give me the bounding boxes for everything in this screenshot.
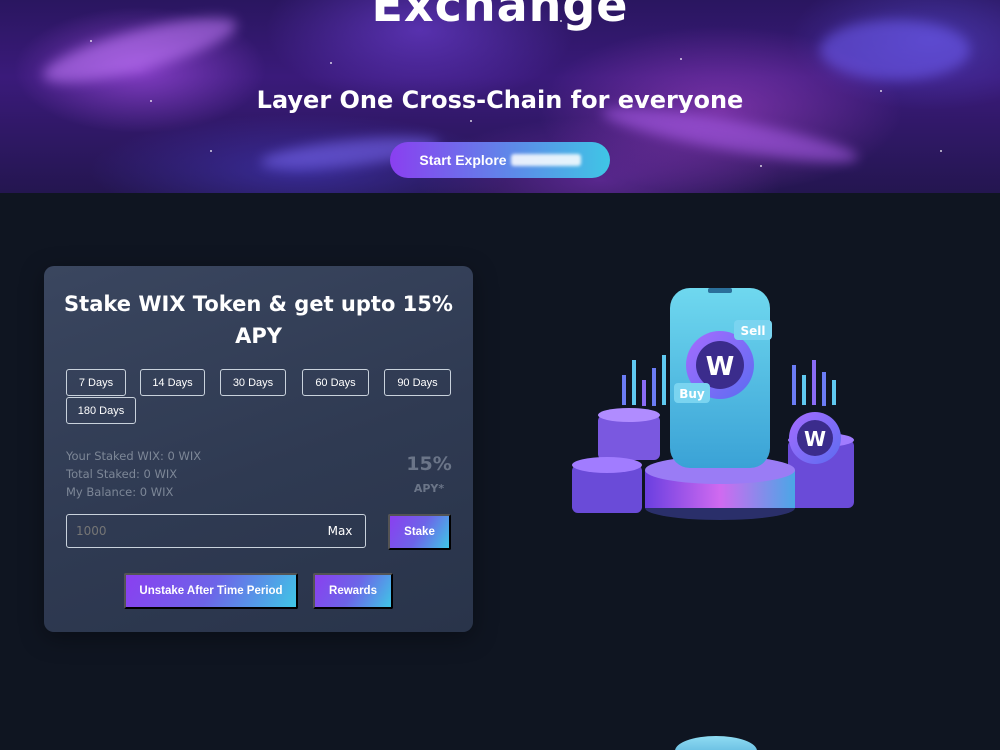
sell-tag-label: Sell <box>740 324 765 338</box>
stake-button[interactable]: Stake <box>388 514 451 550</box>
hero-banner: Exchange Layer One Cross-Chain for every… <box>0 0 1000 193</box>
apy-value: 15% <box>406 453 452 475</box>
star <box>90 40 92 42</box>
unstake-button[interactable]: Unstake After Time Period <box>124 573 298 609</box>
duration-7-days-button[interactable]: 7 Days <box>66 369 126 396</box>
coin-icon <box>675 736 757 750</box>
svg-text:W: W <box>804 427 826 451</box>
duration-90-days-button[interactable]: 90 Days <box>384 369 451 396</box>
candlestick-chart-right <box>792 360 836 406</box>
star <box>210 150 212 152</box>
star <box>330 62 332 64</box>
your-staked-stat: Your Staked WIX: 0 WIX <box>66 449 202 463</box>
blurred-brand-text <box>510 154 581 166</box>
stake-amount-field: Max <box>66 514 366 548</box>
hero-title: Exchange <box>371 0 629 32</box>
total-staked-stat: Total Staked: 0 WIX <box>66 467 178 481</box>
duration-30-days-button[interactable]: 30 Days <box>220 369 286 396</box>
star <box>680 58 682 60</box>
duration-14-days-button[interactable]: 14 Days <box>140 369 205 396</box>
stake-amount-input[interactable] <box>67 515 315 547</box>
hero-subtitle: Layer One Cross-Chain for everyone <box>256 86 744 114</box>
svg-text:W: W <box>706 352 735 382</box>
star <box>760 165 762 167</box>
wix-logo-icon: W <box>789 412 841 464</box>
start-explore-button[interactable]: Start Explore <box>390 142 610 178</box>
star <box>940 150 942 152</box>
apy-label: APY* <box>413 482 445 495</box>
star <box>470 120 472 122</box>
duration-60-days-button[interactable]: 60 Days <box>302 369 369 396</box>
my-balance-stat: My Balance: 0 WIX <box>66 485 174 499</box>
duration-180-days-button[interactable]: 180 Days <box>66 397 136 424</box>
stake-card-title: Stake WIX Token & get upto 15% APY <box>64 292 453 348</box>
start-explore-label: Start Explore <box>419 152 507 168</box>
stake-card: Stake WIX Token & get upto 15% APY 7 Day… <box>44 266 473 632</box>
rewards-button[interactable]: Rewards <box>313 573 393 609</box>
exchange-illustration: W W Sell Buy <box>572 288 854 520</box>
sell-tag: Sell <box>734 320 772 340</box>
buy-tag-label: Buy <box>679 387 705 401</box>
candlestick-chart-left <box>622 355 666 406</box>
max-button[interactable]: Max <box>315 515 365 547</box>
buy-tag: Buy <box>674 383 710 403</box>
